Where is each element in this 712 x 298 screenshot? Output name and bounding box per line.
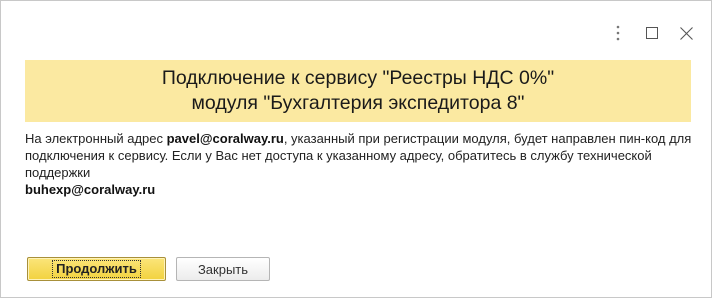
close-button[interactable]: Закрыть [176, 257, 270, 281]
close-button-label: Закрыть [197, 261, 249, 277]
maximize-icon[interactable] [635, 21, 669, 45]
continue-button[interactable]: Продолжить [27, 257, 166, 281]
continue-button-label: Продолжить [52, 260, 141, 278]
user-email: pavel@coralway.ru [166, 131, 284, 146]
close-icon[interactable] [669, 21, 703, 45]
more-vertical-icon[interactable] [601, 21, 635, 45]
dialog-title-banner: Подключение к сервису "Реестры НДС 0%" м… [25, 60, 691, 122]
window-controls [601, 21, 703, 45]
dialog-title-line-2: модуля "Бухгалтерия экспедитора 8" [191, 92, 525, 114]
message-text-1: На электронный адрес [25, 131, 167, 146]
dialog-window: Подключение к сервису "Реестры НДС 0%" м… [0, 0, 712, 298]
dialog-title-line-1: Подключение к сервису "Реестры НДС 0%" [161, 67, 555, 89]
dialog-message: На электронный адрес pavel@coralway.ru, … [25, 130, 695, 198]
dialog-buttons: Продолжить Закрыть [27, 257, 270, 281]
support-email: buhexp@coralway.ru [25, 182, 156, 197]
